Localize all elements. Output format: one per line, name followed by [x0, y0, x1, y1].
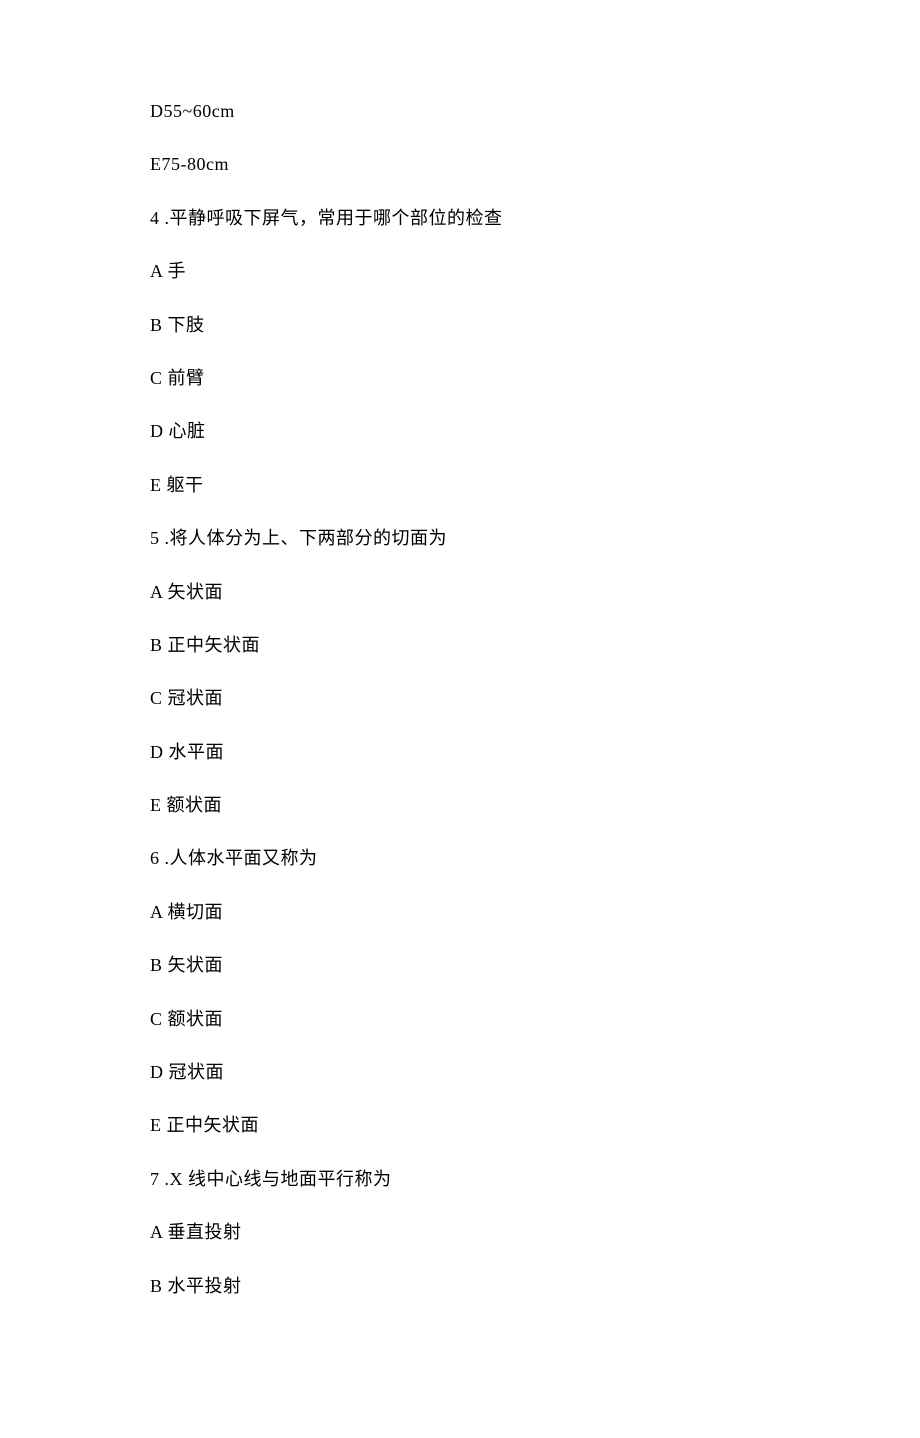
option-line: B 水平投射 [150, 1275, 770, 1298]
option-line: D 冠状面 [150, 1061, 770, 1084]
question-line: 6 .人体水平面又称为 [150, 847, 770, 870]
option-line: B 下肢 [150, 314, 770, 337]
option-line: E 正中矢状面 [150, 1114, 770, 1137]
option-line: A 垂直投射 [150, 1221, 770, 1244]
option-line: A 横切面 [150, 901, 770, 924]
option-line: B 矢状面 [150, 954, 770, 977]
option-line: C 前臂 [150, 367, 770, 390]
text-line: E75-80cm [150, 153, 770, 176]
text-line: D55~60cm [150, 100, 770, 123]
option-line: E 躯干 [150, 474, 770, 497]
option-line: D 心脏 [150, 420, 770, 443]
option-line: A 手 [150, 260, 770, 283]
option-line: A 矢状面 [150, 581, 770, 604]
question-line: 4 .平静呼吸下屏气，常用于哪个部位的检查 [150, 207, 770, 230]
question-line: 5 .将人体分为上、下两部分的切面为 [150, 527, 770, 550]
option-line: B 正中矢状面 [150, 634, 770, 657]
option-line: C 额状面 [150, 1008, 770, 1031]
option-line: C 冠状面 [150, 687, 770, 710]
question-line: 7 .X 线中心线与地面平行称为 [150, 1168, 770, 1191]
option-line: D 水平面 [150, 741, 770, 764]
option-line: E 额状面 [150, 794, 770, 817]
document-page: D55~60cm E75-80cm 4 .平静呼吸下屏气，常用于哪个部位的检查 … [0, 0, 920, 1438]
